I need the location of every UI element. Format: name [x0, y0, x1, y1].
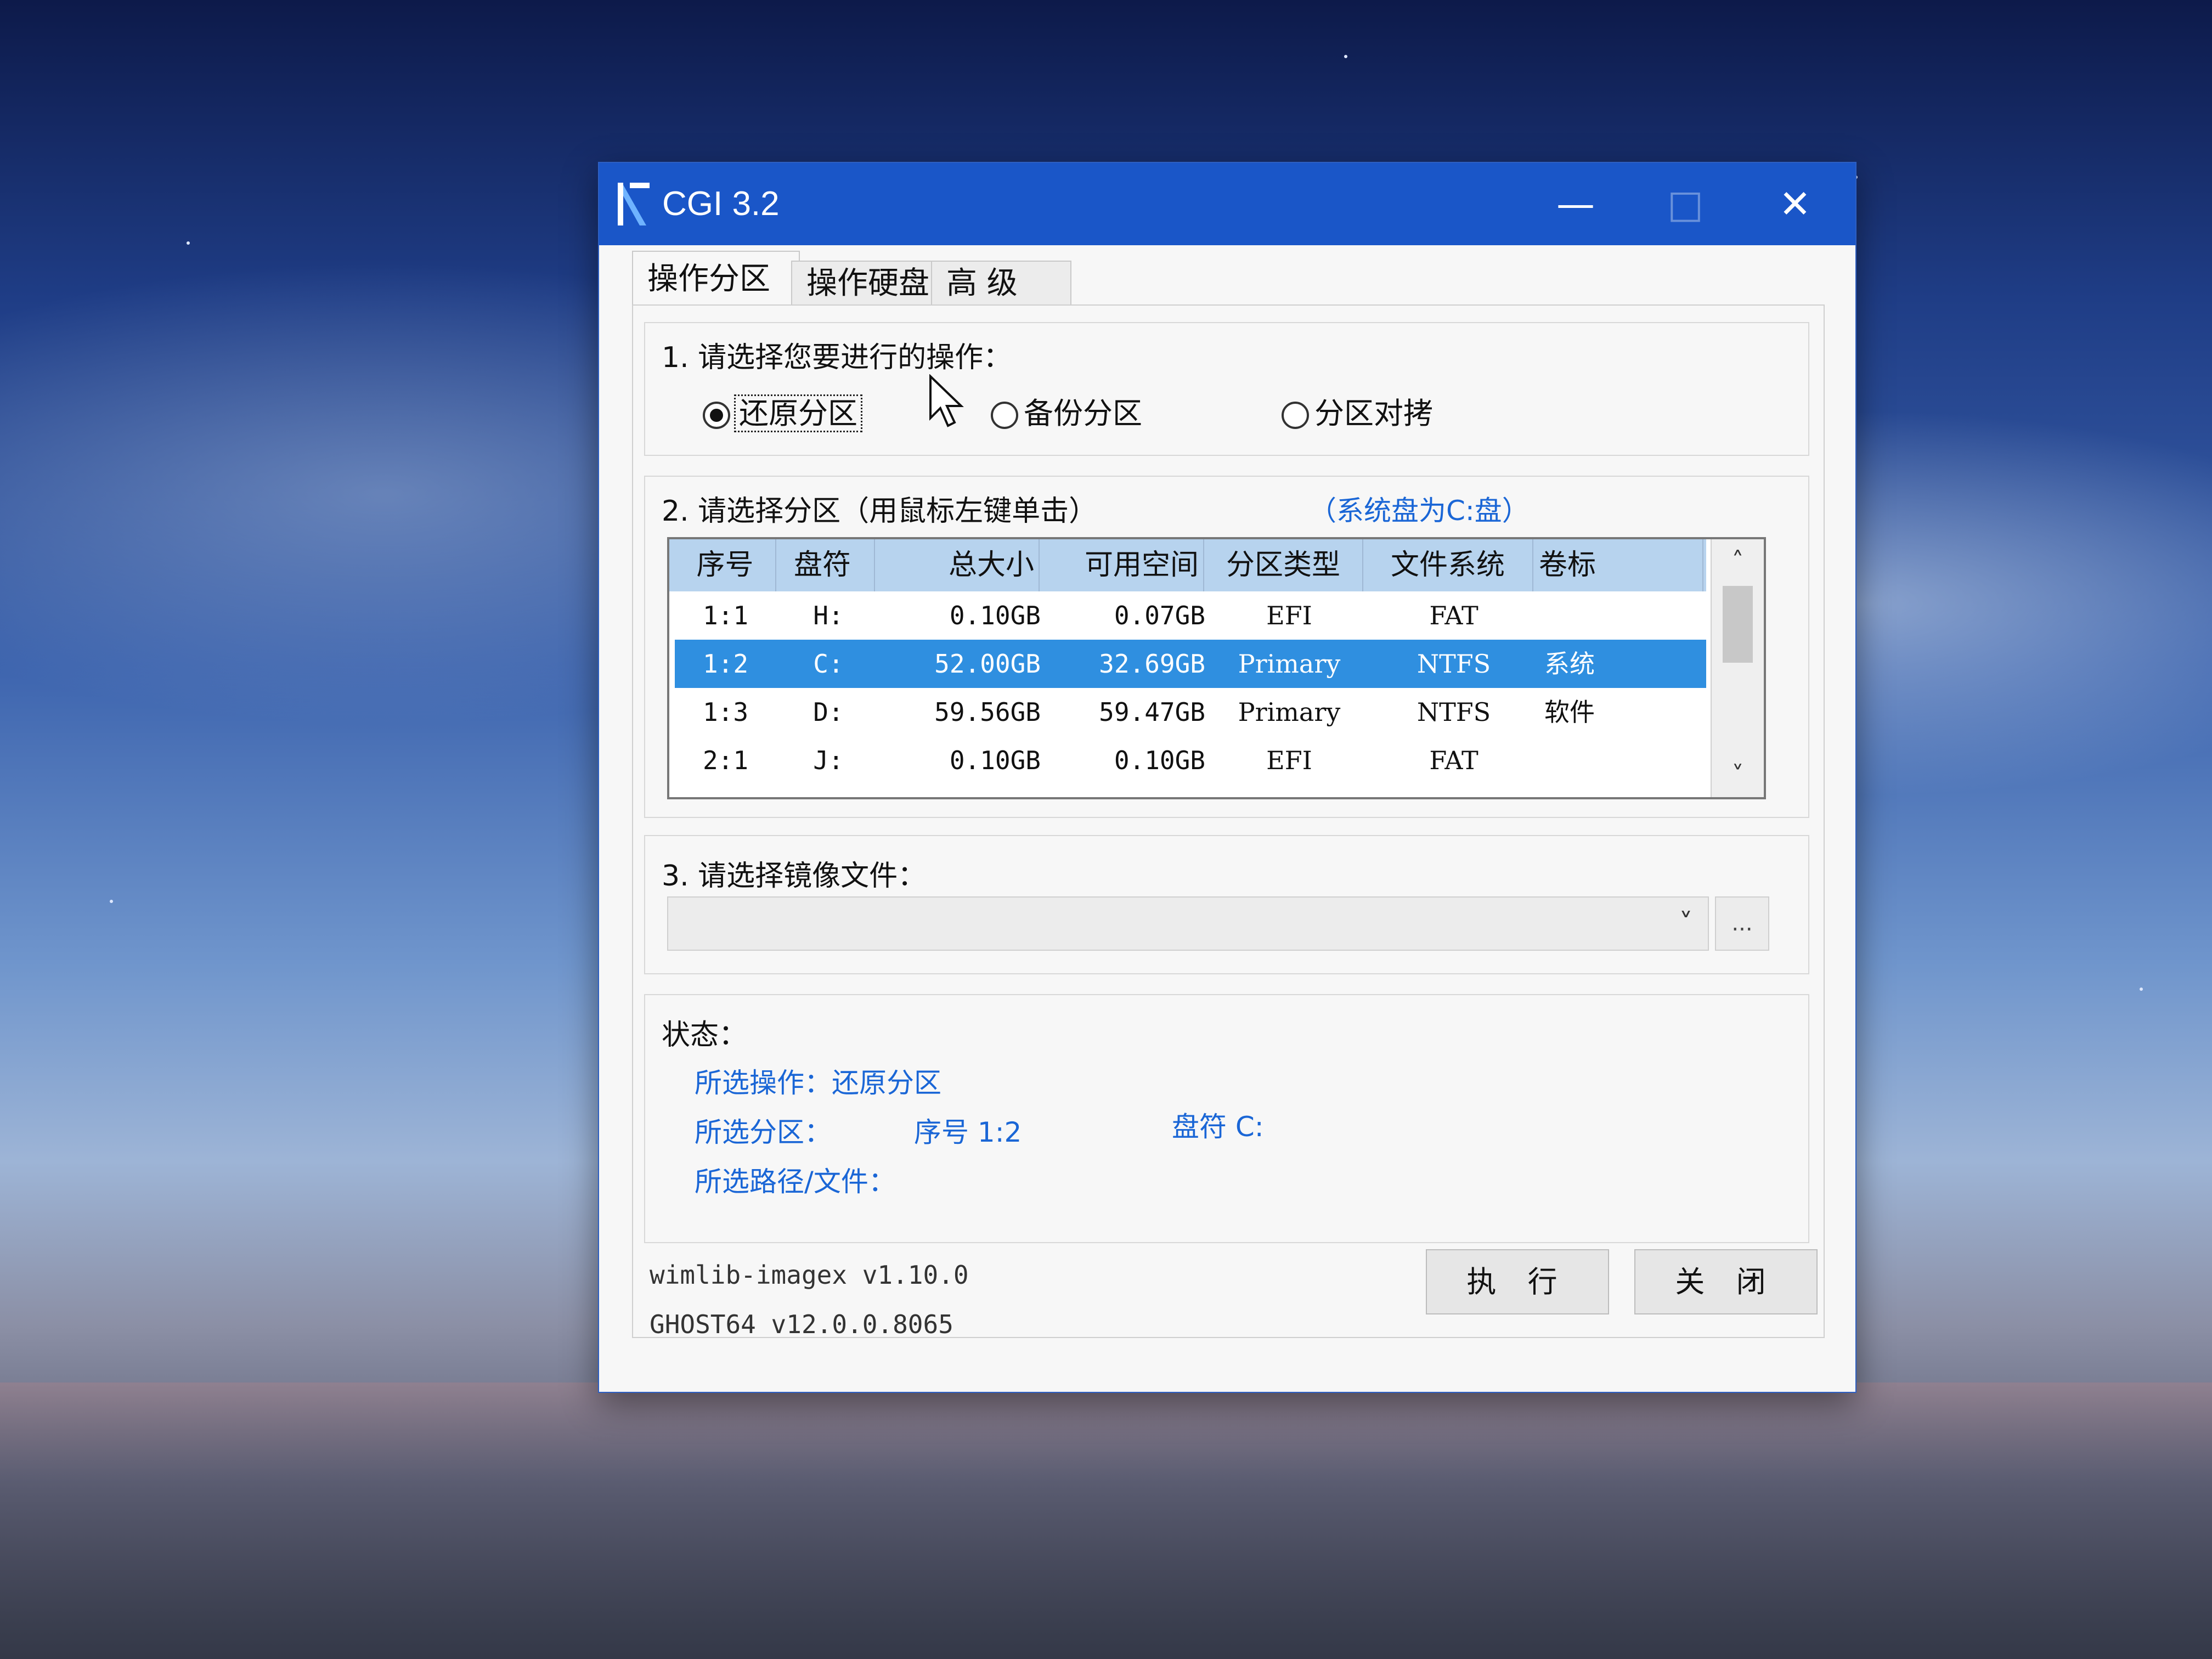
table-scrollbar[interactable]: ˄ ˅	[1711, 539, 1764, 797]
window-title: CGI 3.2	[662, 185, 780, 223]
cell-fs: NTFS	[1417, 649, 1491, 679]
status-label: 状态：	[662, 1019, 748, 1052]
mouse-cursor-icon	[929, 374, 964, 427]
cell-fs: FAT	[1429, 746, 1479, 775]
cell-type: EFI	[1266, 601, 1312, 630]
column-header[interactable]: 分区类型	[1204, 539, 1363, 591]
minimize-button[interactable]: —	[1521, 163, 1630, 245]
operation-group: 1. 请选择您要进行的操作： 还原分区 备份分区 分区对拷	[644, 322, 1809, 456]
partition-group: 2. 请选择分区（用鼠标左键单击） （系统盘为C:盘） 序号 盘符 总大小 可用…	[644, 476, 1809, 818]
cell-index: 1:3	[702, 697, 749, 727]
cell-type: Primary	[1238, 649, 1341, 679]
column-header[interactable]: 卷标	[1533, 539, 1703, 591]
status-operation: 所选操作：还原分区	[695, 1067, 941, 1099]
chevron-down-icon[interactable]: ˅	[1664, 898, 1708, 950]
tab-advanced[interactable]: 高 级	[931, 261, 1071, 306]
cell-type: EFI	[1266, 746, 1312, 775]
cell-label: 系统	[1544, 649, 1595, 679]
close-button[interactable]: 关 闭	[1634, 1249, 1818, 1314]
status-partition-label: 所选分区：	[695, 1116, 832, 1148]
status-path: 所选路径/文件：	[695, 1166, 896, 1198]
table-header: 序号 盘符 总大小 可用空间 分区类型 文件系统 卷标	[669, 539, 1706, 591]
column-header[interactable]: 盘符	[771, 539, 875, 591]
desktop-horizon	[0, 1383, 2212, 1659]
radio-clone-label: 分区对拷	[1314, 396, 1433, 431]
cell-total: 0.10GB	[949, 746, 1041, 775]
cell-type: Primary	[1238, 697, 1341, 727]
star	[110, 900, 113, 903]
status-partition-letter: 盘符 C:	[1172, 1111, 1264, 1143]
star	[1344, 55, 1347, 58]
cell-label	[1539, 736, 1709, 785]
scroll-down-icon[interactable]: ˅	[1712, 753, 1764, 797]
column-header[interactable]: 文件系统	[1363, 539, 1533, 591]
maximize-button[interactable]: □	[1630, 163, 1740, 245]
title-bar[interactable]: CGI 3.2 — □ ✕	[599, 163, 1855, 245]
ghost-version: GHOST64 v12.0.0.8065	[650, 1310, 953, 1339]
status-partition-index: 序号 1:2	[914, 1116, 1022, 1148]
partition-label: 2. 请选择分区（用鼠标左键单击）	[662, 495, 1098, 528]
status-group: 状态： 所选操作：还原分区 所选分区： 序号 1:2 盘符 C: 所选路径/文件…	[644, 994, 1809, 1243]
cell-free: 59.47GB	[1099, 697, 1205, 727]
table-row[interactable]: 1:3 D: 59.56GB 59.47GB Primary NTFS 软件	[675, 688, 1706, 736]
cell-label: 软件	[1544, 697, 1595, 727]
cell-label	[1539, 591, 1709, 640]
cell-letter: C:	[813, 649, 844, 679]
radio-restore-partition[interactable]: 还原分区	[703, 394, 862, 433]
cell-total: 0.10GB	[949, 601, 1041, 630]
column-header[interactable]: 总大小	[875, 539, 1040, 591]
star	[187, 241, 190, 245]
scroll-up-icon[interactable]: ˄	[1712, 539, 1764, 583]
cell-free: 32.69GB	[1099, 649, 1205, 679]
cell-index: 1:1	[702, 601, 749, 630]
radio-backup-partition[interactable]: 备份分区	[991, 394, 1142, 433]
tab-panel: 1. 请选择您要进行的操作： 还原分区 备份分区 分区对拷 2. 请选择分区（用…	[632, 304, 1825, 1339]
radio-backup-label: 备份分区	[1024, 396, 1142, 431]
scroll-thumb[interactable]	[1723, 586, 1753, 663]
system-disk-note: （系统盘为C:盘）	[1309, 495, 1530, 527]
operation-label: 1. 请选择您要进行的操作：	[662, 341, 1012, 374]
image-file-group: 3. 请选择镜像文件： ˅ ...	[644, 835, 1809, 974]
star	[2140, 988, 2143, 991]
cgi-app-icon	[618, 183, 650, 225]
cell-free: 0.07GB	[1114, 601, 1205, 630]
cell-free: 0.10GB	[1114, 746, 1205, 775]
execute-button[interactable]: 执 行	[1426, 1249, 1609, 1314]
radio-unchecked-icon	[1282, 402, 1309, 430]
image-file-label: 3. 请选择镜像文件：	[662, 860, 927, 893]
wimlib-version: wimlib-imagex v1.10.0	[650, 1260, 969, 1290]
cell-fs: FAT	[1429, 601, 1479, 630]
browse-button[interactable]: ...	[1715, 896, 1769, 951]
cell-index: 2:1	[702, 746, 749, 775]
cell-letter: J:	[813, 746, 844, 775]
column-header[interactable]: 序号	[675, 539, 776, 591]
column-header[interactable]: 可用空间	[1040, 539, 1204, 591]
cell-letter: D:	[813, 697, 844, 727]
close-window-button[interactable]: ✕	[1740, 163, 1850, 245]
table-row[interactable]: 1:1 H: 0.10GB 0.07GB EFI FAT	[675, 591, 1706, 640]
radio-restore-label: 还原分区	[734, 394, 862, 432]
cell-letter: H:	[813, 601, 844, 630]
radio-checked-icon	[703, 402, 730, 430]
cell-index: 1:2	[702, 649, 749, 679]
radio-clone-partition[interactable]: 分区对拷	[1282, 394, 1433, 433]
cell-fs: NTFS	[1417, 697, 1491, 727]
image-file-combobox[interactable]: ˅	[667, 896, 1709, 951]
cell-total: 52.00GB	[934, 649, 1041, 679]
table-row-selected[interactable]: 1:2 C: 52.00GB 32.69GB Primary NTFS 系统	[675, 640, 1706, 688]
cell-total: 59.56GB	[934, 697, 1041, 727]
partition-table: 序号 盘符 总大小 可用空间 分区类型 文件系统 卷标 1:1 H: 0.10G…	[667, 537, 1766, 799]
cgi-window: CGI 3.2 — □ ✕ 操作分区 操作硬盘 高 级 1. 请选择您要进行的操…	[598, 162, 1857, 1393]
tab-operate-partition[interactable]: 操作分区	[632, 251, 800, 307]
radio-unchecked-icon	[991, 402, 1018, 430]
table-row[interactable]: 2:1 J: 0.10GB 0.10GB EFI FAT	[675, 736, 1706, 785]
